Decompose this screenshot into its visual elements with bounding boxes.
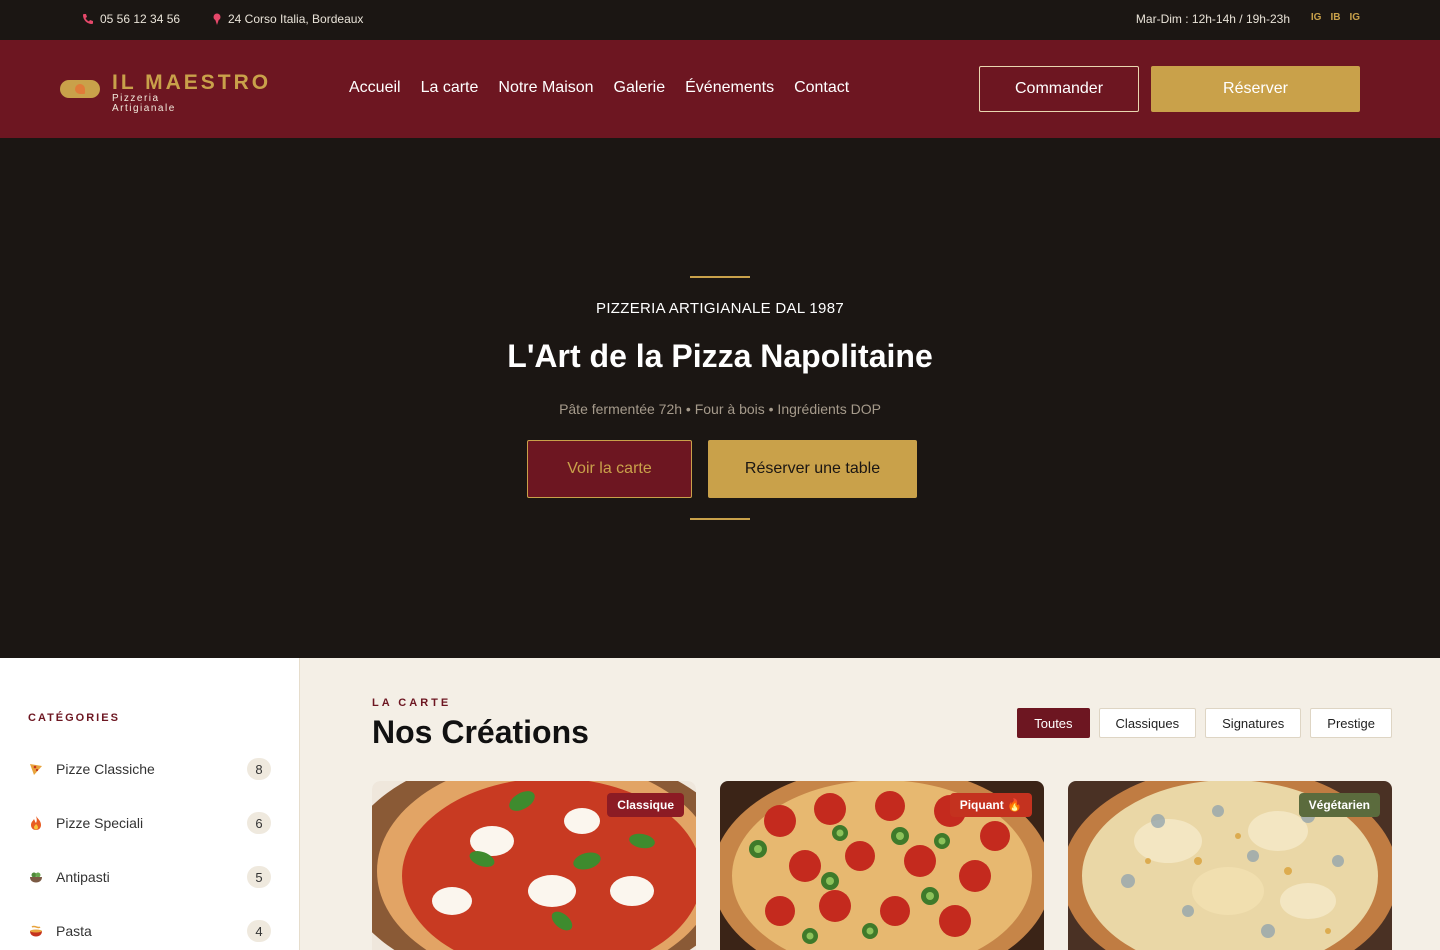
filter-classiques[interactable]: Classiques bbox=[1098, 708, 1197, 738]
hero-section: PIZZERIA ARTIGIANALE DAL 1987 L'Art de l… bbox=[0, 138, 1440, 658]
pizza-card-piquant[interactable]: Piquant 🔥 bbox=[720, 781, 1044, 950]
opening-hours: Mar-Dim : 12h-14h / 19h-23h bbox=[1135, 12, 1290, 26]
nav-contact[interactable]: Contact bbox=[794, 79, 849, 97]
nav-accueil[interactable]: Accueil bbox=[349, 79, 401, 97]
book-table-button[interactable]: Réserver une table bbox=[708, 440, 917, 498]
filter-signatures[interactable]: Signatures bbox=[1205, 708, 1302, 738]
social-link-instagram-2[interactable]: IG bbox=[1349, 12, 1360, 23]
category-item-pizze-speciali[interactable]: Pizze Speciali 6 bbox=[28, 811, 271, 835]
category-item-antipasti[interactable]: Antipasti 5 bbox=[28, 865, 271, 889]
card-badge: Classique bbox=[607, 793, 684, 817]
order-button[interactable]: Commander bbox=[979, 66, 1139, 112]
hero-divider-bottom bbox=[690, 518, 750, 520]
social-link-ib[interactable]: IB bbox=[1330, 12, 1340, 23]
filter-toutes[interactable]: Toutes bbox=[1017, 708, 1090, 738]
phone-icon bbox=[83, 14, 93, 24]
category-label: Antipasti bbox=[56, 869, 110, 885]
pizza-slice-icon bbox=[28, 761, 44, 777]
hero-title: L'Art de la Pizza Napolitaine bbox=[507, 338, 933, 374]
address-text: 24 Corso Italia, Bordeaux bbox=[228, 12, 364, 26]
menu-section: LA CARTE Nos Créations Toutes Classiques… bbox=[300, 658, 1440, 950]
social-links: IG IB IG bbox=[1311, 12, 1360, 23]
pizza-card-vegetarien[interactable]: Végétarien bbox=[1068, 781, 1392, 950]
category-label: Pizze Speciali bbox=[56, 815, 144, 831]
flame-icon bbox=[28, 815, 44, 831]
section-kicker: LA CARTE bbox=[372, 697, 452, 709]
category-count: 4 bbox=[247, 920, 271, 942]
brand-name: IL MAESTRO bbox=[112, 71, 272, 94]
category-count: 5 bbox=[247, 866, 271, 888]
nav-la-carte[interactable]: La carte bbox=[421, 79, 479, 97]
category-label: Pizze Classiche bbox=[56, 761, 155, 777]
menu-filters: Toutes Classiques Signatures Prestige bbox=[1017, 708, 1392, 738]
social-link-instagram[interactable]: IG bbox=[1311, 12, 1322, 23]
salad-bowl-icon bbox=[28, 869, 44, 885]
category-sidebar: CATÉGORIES Pizze Classiche 8 Pizze Speci… bbox=[0, 658, 300, 950]
card-badge: Végétarien bbox=[1298, 793, 1380, 817]
reserve-button[interactable]: Réserver bbox=[1151, 66, 1360, 112]
card-badge: Piquant 🔥 bbox=[949, 793, 1032, 817]
nav-evenements[interactable]: Événements bbox=[685, 79, 774, 97]
address-contact[interactable]: 24 Corso Italia, Bordeaux bbox=[212, 12, 363, 26]
hero-eyebrow: PIZZERIA ARTIGIANALE DAL 1987 bbox=[596, 300, 844, 317]
pasta-icon bbox=[28, 923, 44, 939]
section-title: Nos Créations bbox=[372, 714, 589, 750]
category-item-pizze-classiche[interactable]: Pizze Classiche 8 bbox=[28, 757, 271, 781]
category-label: Pasta bbox=[56, 923, 92, 939]
hero-tagline: Pâte fermentée 72h • Four à bois • Ingré… bbox=[559, 401, 881, 417]
phone-contact[interactable]: 05 56 12 34 56 bbox=[82, 12, 180, 26]
main-header: IL MAESTRO Pizzeria Artigianale Accueil … bbox=[0, 40, 1440, 138]
brand-subtitle-2: Artigianale bbox=[112, 103, 176, 114]
pizza-card-margherita[interactable]: Classique bbox=[372, 781, 696, 950]
phone-number: 05 56 12 34 56 bbox=[100, 12, 181, 26]
category-count: 6 bbox=[247, 812, 271, 834]
nav-galerie[interactable]: Galerie bbox=[614, 79, 666, 97]
pizza-logo-icon bbox=[60, 80, 100, 98]
main-nav: Accueil La carte Notre Maison Galerie Év… bbox=[349, 79, 849, 97]
top-info-bar: 05 56 12 34 56 24 Corso Italia, Bordeaux… bbox=[0, 0, 1440, 40]
filter-prestige[interactable]: Prestige bbox=[1310, 708, 1392, 738]
category-item-pasta[interactable]: Pasta 4 bbox=[28, 919, 271, 943]
hero-divider-top bbox=[690, 276, 750, 278]
sidebar-title: CATÉGORIES bbox=[28, 712, 120, 724]
view-menu-button[interactable]: Voir la carte bbox=[527, 440, 692, 498]
category-count: 8 bbox=[247, 758, 271, 780]
nav-notre-maison[interactable]: Notre Maison bbox=[498, 79, 593, 97]
location-pin-icon bbox=[213, 13, 221, 25]
site-logo[interactable]: IL MAESTRO Pizzeria Artigianale bbox=[60, 72, 271, 114]
